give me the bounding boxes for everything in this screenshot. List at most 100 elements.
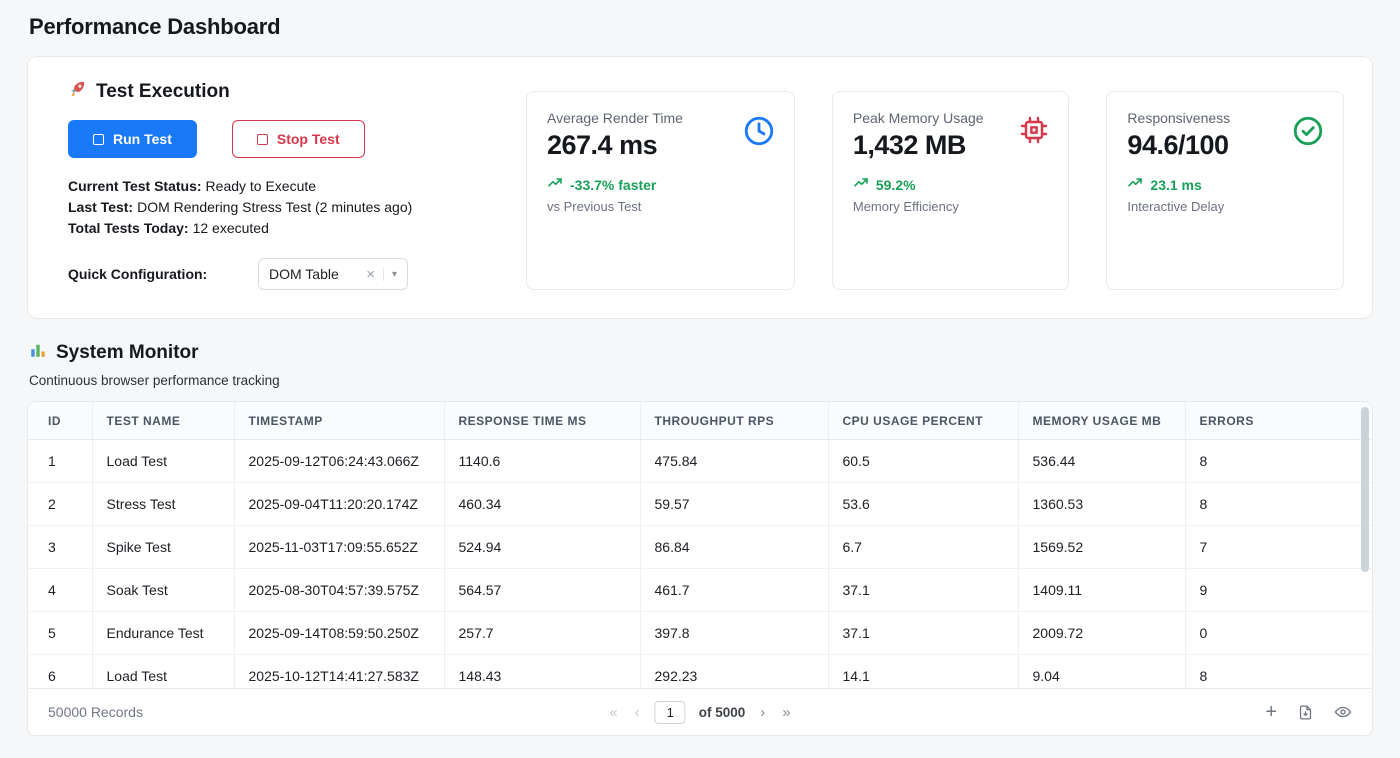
check-circle-icon [1291, 114, 1325, 153]
column-header: THROUGHPUT RPS [640, 402, 829, 440]
total-tests-line: Total Tests Today: 12 executed [68, 218, 488, 238]
trend-value: -33.7% faster [570, 176, 657, 193]
table-cell: 1409.11 [1018, 568, 1186, 612]
clear-icon[interactable]: × [366, 266, 375, 283]
system-monitor-subtitle: Continuous browser performance tracking [29, 373, 280, 388]
table-cell: 8 [1185, 439, 1372, 483]
table-cell: Load Test [92, 654, 235, 688]
trend-up-icon [1127, 175, 1143, 194]
run-test-button[interactable]: Run Test [68, 120, 197, 158]
table-cell: 3 [28, 525, 93, 569]
stop-icon [256, 133, 268, 145]
system-monitor-title: System Monitor [56, 342, 199, 363]
export-file-icon[interactable] [1297, 704, 1314, 721]
stop-test-label: Stop Test [276, 131, 340, 147]
eye-icon[interactable] [1334, 703, 1352, 721]
table-cell: 524.94 [444, 525, 641, 569]
table-cell: 148.43 [444, 654, 641, 688]
table-cell: 292.23 [640, 654, 829, 688]
table-footer: 50000 Records « ‹ of 5000 › » + [28, 688, 1372, 735]
next-page-button[interactable]: › [758, 704, 767, 721]
run-test-label: Run Test [113, 131, 172, 147]
chevron-down-icon: ▾ [391, 268, 397, 280]
records-count: 50000 Records [48, 704, 143, 720]
table-cell: 2025-09-14T08:59:50.250Z [234, 611, 445, 655]
table-cell: 37.1 [828, 611, 1019, 655]
clock-icon [742, 114, 776, 153]
column-header: TEST NAME [92, 402, 235, 440]
select-divider [382, 267, 384, 281]
page-number-input[interactable] [654, 700, 686, 724]
quick-config-select[interactable]: DOM Table × ▾ [258, 258, 408, 290]
page-title: Performance Dashboard [29, 14, 281, 39]
table-cell: 7 [1185, 525, 1372, 569]
table-scrollbar[interactable] [1361, 407, 1369, 683]
rocket-icon [68, 79, 87, 104]
column-header: MEMORY USAGE MB [1018, 402, 1186, 440]
column-header: ID [28, 402, 93, 440]
table-cell: 460.34 [444, 482, 641, 526]
add-icon[interactable]: + [1265, 702, 1277, 722]
table-cell: 475.84 [640, 439, 829, 483]
first-page-button[interactable]: « [607, 704, 619, 721]
test-execution-header: Test Execution [68, 79, 488, 104]
metric-subtext: vs Previous Test [547, 199, 642, 214]
table-cell: 2025-11-03T17:09:55.652Z [234, 525, 445, 569]
table-cell: 2009.72 [1018, 611, 1186, 655]
monitor-table: ID TEST NAME TIMESTAMP RESPONSE TIME MS THRO… [28, 402, 1372, 688]
table-viewport: ID TEST NAME TIMESTAMP RESPONSE TIME MS THRO… [28, 402, 1372, 688]
memory-chip-icon [1018, 114, 1050, 151]
total-tests-label: Total Tests Today: [68, 220, 189, 236]
table-cell: 536.44 [1018, 439, 1186, 483]
table-cell: 60.5 [828, 439, 1019, 483]
column-header: CPU USAGE PERCENT [828, 402, 1019, 440]
table-cell: Load Test [92, 439, 235, 483]
trend-up-icon [547, 175, 563, 194]
table-cell: 14.1 [828, 654, 1019, 688]
table-cell: Spike Test [92, 525, 235, 569]
bar-chart-icon [29, 341, 47, 365]
table-row: 4 Soak Test 2025-08-30T04:57:39.575Z 564.57… [28, 568, 1372, 612]
metric-card-peak-memory: Peak Memory Usage 1,432 MB 59.2% Memory … [831, 91, 1070, 290]
table-cell: 8 [1185, 654, 1372, 688]
table-cell: 37.1 [828, 568, 1019, 612]
total-tests-value: 12 executed [192, 220, 269, 236]
metric-subtext: Memory Efficiency [852, 199, 959, 214]
table-row: 1 Load Test 2025-09-12T06:24:43.066Z 1140.6… [28, 439, 1372, 483]
table-cell: Stress Test [92, 482, 235, 526]
table-cell: 2025-09-12T06:24:43.066Z [234, 439, 445, 483]
last-test-line: Last Test: DOM Rendering Stress Test (2 m… [68, 197, 488, 217]
column-header: TIMESTAMP [234, 402, 445, 440]
table-body: 1 Load Test 2025-09-12T06:24:43.066Z 1140.6… [28, 439, 1372, 688]
table-cell: Soak Test [92, 568, 235, 612]
run-icon [93, 133, 104, 145]
table-cell: 2025-09-04T11:20:20.174Z [234, 482, 445, 526]
system-monitor-header: System Monitor [29, 341, 1373, 365]
table-cell: 5 [28, 611, 93, 655]
status-value: Ready to Execute [205, 178, 317, 194]
quick-config-label: Quick Configuration: [68, 266, 208, 282]
table-cell: 2 [28, 482, 93, 526]
last-page-button[interactable]: » [780, 704, 792, 721]
metric-subtext: Interactive Delay [1127, 199, 1225, 214]
table-cell: 2025-08-30T04:57:39.575Z [234, 568, 445, 612]
metric-label: Average Render Time [547, 110, 683, 126]
test-buttons-row: Run Test Stop Test [68, 120, 488, 158]
prev-page-button[interactable]: ‹ [633, 704, 642, 721]
metric-trend: 23.1 ms [1127, 175, 1323, 194]
metrics-row: Average Render Time 267.4 ms -33.7% fast… [526, 79, 1344, 290]
table-cell: 4 [28, 568, 93, 612]
metric-card-responsiveness: Responsiveness 94.6/100 23.1 ms Interact… [1106, 91, 1344, 290]
table-header-row: ID TEST NAME TIMESTAMP RESPONSE TIME MS THRO… [28, 402, 1372, 440]
page-count-label: of 5000 [698, 704, 746, 720]
stop-test-button[interactable]: Stop Test [231, 120, 365, 158]
table-cell: 59.57 [640, 482, 829, 526]
last-test-label: Last Test: [68, 199, 134, 215]
status-label: Current Test Status: [68, 178, 202, 194]
trend-value: 59.2% [875, 176, 916, 193]
metric-card-avg-render-time: Average Render Time 267.4 ms -33.7% fast… [526, 91, 795, 290]
scrollbar-thumb[interactable] [1361, 407, 1369, 572]
table-cell: 0 [1185, 611, 1372, 655]
metric-trend: -33.7% faster [547, 175, 774, 194]
column-header: RESPONSE TIME MS [444, 402, 641, 440]
